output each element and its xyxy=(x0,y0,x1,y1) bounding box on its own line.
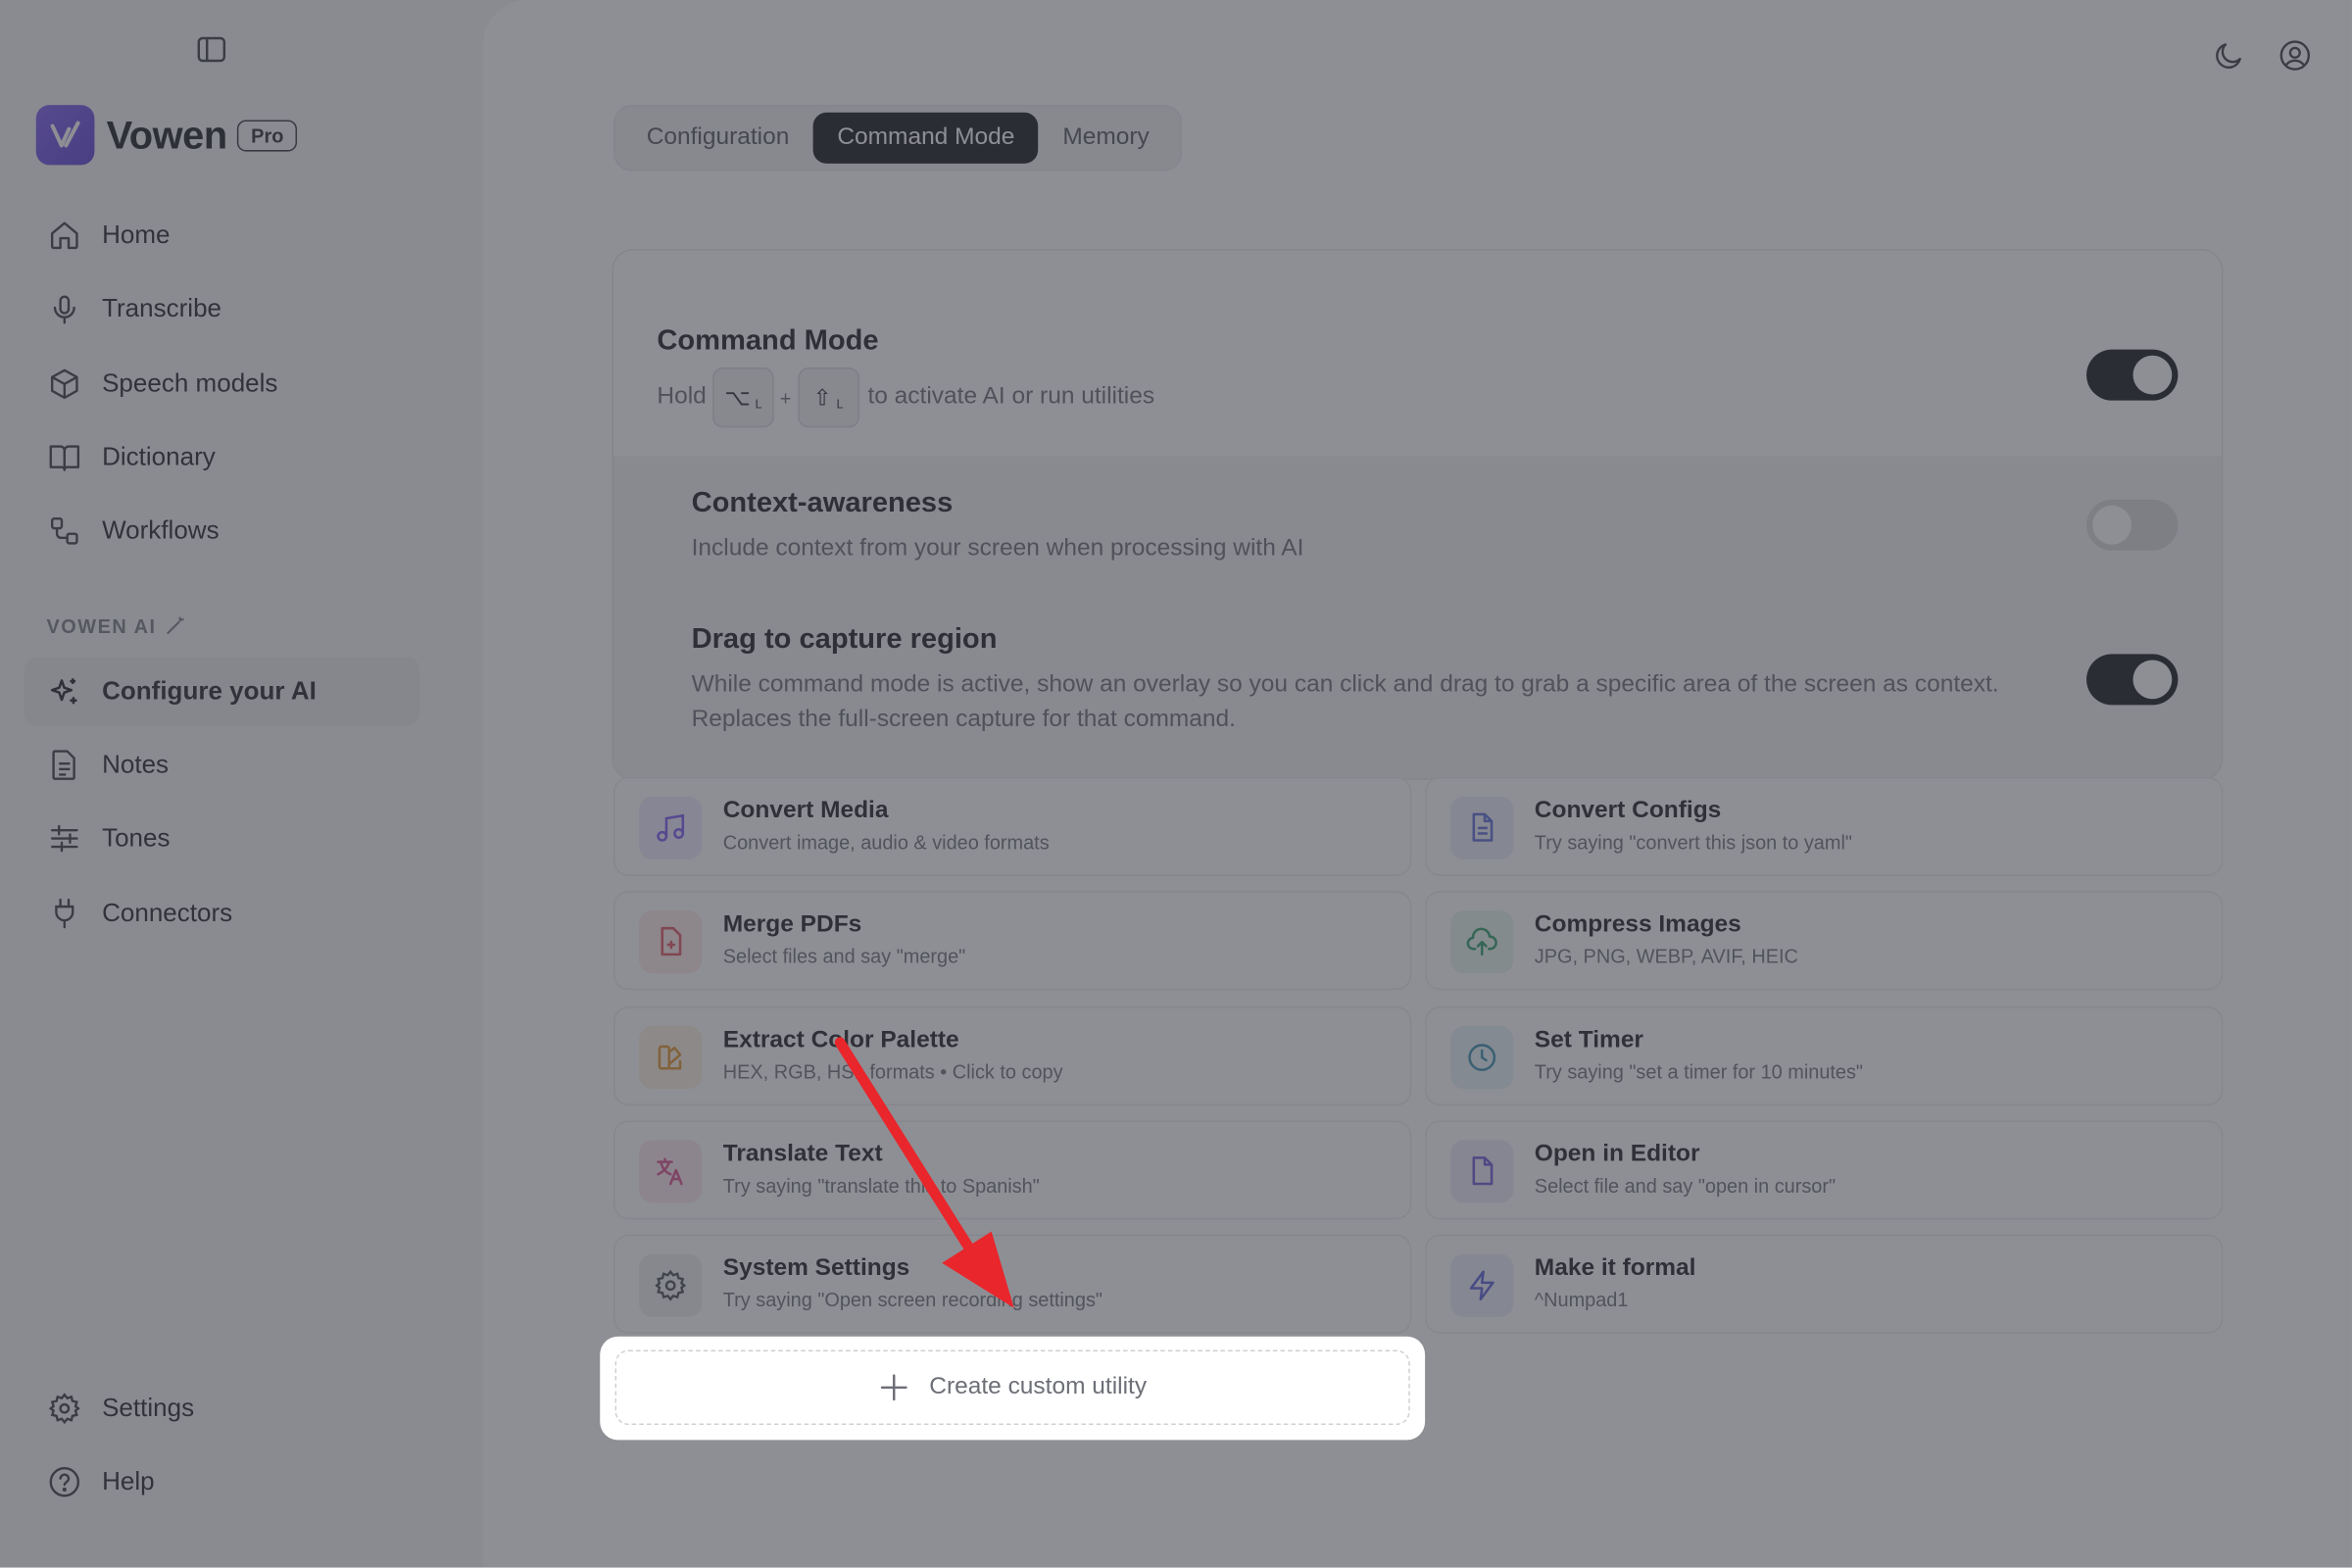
sidebar-item-help[interactable]: Help xyxy=(24,1447,419,1516)
utility-extract-color-palette[interactable]: Extract Color Palette HEX, RGB, HSL form… xyxy=(613,1006,1412,1106)
sparkles-icon xyxy=(50,678,77,705)
plus-icon xyxy=(880,1374,906,1401)
sidebar-item-label: Settings xyxy=(102,1393,195,1423)
microphone-icon xyxy=(53,295,75,324)
sidebar-item-transcribe[interactable]: Transcribe xyxy=(24,274,419,343)
sidebar-item-label: Help xyxy=(102,1466,155,1496)
plan-badge: Pro xyxy=(237,119,298,151)
tab-bar: Configuration Command Mode Memory xyxy=(613,105,1183,172)
document-icon xyxy=(1472,812,1494,842)
utility-make-it-formal[interactable]: Make it formal ^Numpad1 xyxy=(1425,1234,2224,1334)
wand-icon xyxy=(167,616,185,634)
vowen-logo-icon xyxy=(35,105,95,166)
user-avatar-icon[interactable] xyxy=(2278,39,2312,73)
sidebar-item-label: Speech models xyxy=(102,368,278,398)
palette-icon xyxy=(658,1045,682,1070)
cube-icon xyxy=(50,368,78,400)
command-mode-shortcut: Hold ⌥ L + ⇧ L to activate AI or run utili… xyxy=(657,367,1154,428)
sidebar-item-label: Workflows xyxy=(102,515,220,545)
sidebar-toggle-icon[interactable] xyxy=(197,36,227,64)
option-key: ⌥ L xyxy=(711,367,774,428)
file-plus-icon xyxy=(661,926,682,956)
utility-compress-images[interactable]: Compress Images JPG, PNG, WEBP, AVIF, HE… xyxy=(1425,891,2224,991)
sidebar-item-settings[interactable]: Settings xyxy=(24,1374,419,1443)
utility-translate-text[interactable]: Translate Text Try saying "translate thi… xyxy=(613,1120,1412,1220)
context-awareness-toggle[interactable] xyxy=(2086,499,2179,551)
cloud-upload-icon xyxy=(1466,927,1497,956)
sidebar-item-label: Notes xyxy=(102,750,170,779)
translate-icon xyxy=(657,1157,683,1186)
book-icon xyxy=(49,445,80,471)
sidebar-item-label: Connectors xyxy=(102,898,233,927)
moon-icon[interactable] xyxy=(2213,39,2246,73)
sidebar-item-label: Configure your AI xyxy=(102,676,317,706)
sidebar-item-configure-ai[interactable]: Configure your AI xyxy=(24,657,420,726)
clock-icon xyxy=(1468,1044,1496,1071)
context-awareness-title: Context-awareness xyxy=(691,487,954,519)
plug-icon xyxy=(55,898,74,929)
shift-key: ⇧ L xyxy=(797,367,859,428)
gear-icon xyxy=(48,1393,80,1425)
tab-command-mode[interactable]: Command Mode xyxy=(812,112,1039,164)
drag-capture-toggle[interactable] xyxy=(2086,654,2179,706)
sidebar-item-label: Tones xyxy=(102,823,171,853)
context-awareness-description: Include context from your screen when pr… xyxy=(691,535,1304,562)
sidebar-item-label: Dictionary xyxy=(102,442,216,471)
home-icon xyxy=(50,221,78,250)
utility-convert-media[interactable]: Convert Media Convert image, audio & vid… xyxy=(613,776,1412,876)
sidebar-item-connectors[interactable]: Connectors xyxy=(24,879,419,948)
sidebar-item-notes[interactable]: Notes xyxy=(24,730,419,799)
sidebar: Vowen Pro Home Transcribe Speech models … xyxy=(0,0,483,1568)
lightning-icon xyxy=(1469,1270,1494,1301)
sidebar-item-home[interactable]: Home xyxy=(24,201,419,270)
music-note-icon xyxy=(657,813,685,842)
utility-merge-pdfs[interactable]: Merge PDFs Select files and say "merge" xyxy=(613,891,1412,991)
create-custom-utility-button[interactable]: Create custom utility xyxy=(614,1349,1410,1426)
sidebar-item-speech-models[interactable]: Speech models xyxy=(24,350,419,418)
sidebar-item-label: Home xyxy=(102,220,171,250)
command-mode-toggle[interactable] xyxy=(2086,349,2179,401)
help-icon xyxy=(49,1467,80,1497)
sidebar-item-workflows[interactable]: Workflows xyxy=(24,497,419,565)
tab-configuration[interactable]: Configuration xyxy=(622,113,813,164)
app-logo: Vowen Pro xyxy=(35,105,298,166)
drag-capture-description: While command mode is active, show an ov… xyxy=(691,671,1999,698)
sidebar-item-label: Transcribe xyxy=(102,293,222,323)
utility-convert-configs[interactable]: Convert Configs Try saying "convert this… xyxy=(1425,776,2224,876)
sidebar-item-dictionary[interactable]: Dictionary xyxy=(24,423,419,492)
utility-system-settings[interactable]: System Settings Try saying "Open screen … xyxy=(613,1234,1412,1334)
create-utility-highlight: Create custom utility xyxy=(600,1336,1426,1441)
command-mode-card: Command Mode Hold ⌥ L + ⇧ L to activate AI… xyxy=(612,249,2224,780)
utility-open-in-editor[interactable]: Open in Editor Select file and say "open… xyxy=(1425,1120,2224,1220)
utility-set-timer[interactable]: Set Timer Try saying "set a timer for 10… xyxy=(1425,1006,2224,1106)
drag-capture-description-2: Replaces the full-screen capture for tha… xyxy=(691,706,1236,732)
sidebar-item-tones[interactable]: Tones xyxy=(24,804,419,872)
file-icon xyxy=(1472,1156,1494,1186)
sliders-icon xyxy=(50,824,78,853)
gear-icon xyxy=(655,1269,687,1301)
drag-capture-title: Drag to capture region xyxy=(691,623,998,656)
main-panel: Configuration Command Mode Memory Comman… xyxy=(482,0,2352,1568)
tab-memory[interactable]: Memory xyxy=(1039,113,1173,164)
app-window: Vowen Pro Home Transcribe Speech models … xyxy=(0,0,2352,1568)
app-name: Vowen xyxy=(106,112,227,157)
section-label-vowen-ai: VOWEN AI xyxy=(46,615,185,638)
command-mode-title: Command Mode xyxy=(657,325,879,358)
workflow-icon xyxy=(50,517,78,545)
note-icon xyxy=(52,750,75,780)
